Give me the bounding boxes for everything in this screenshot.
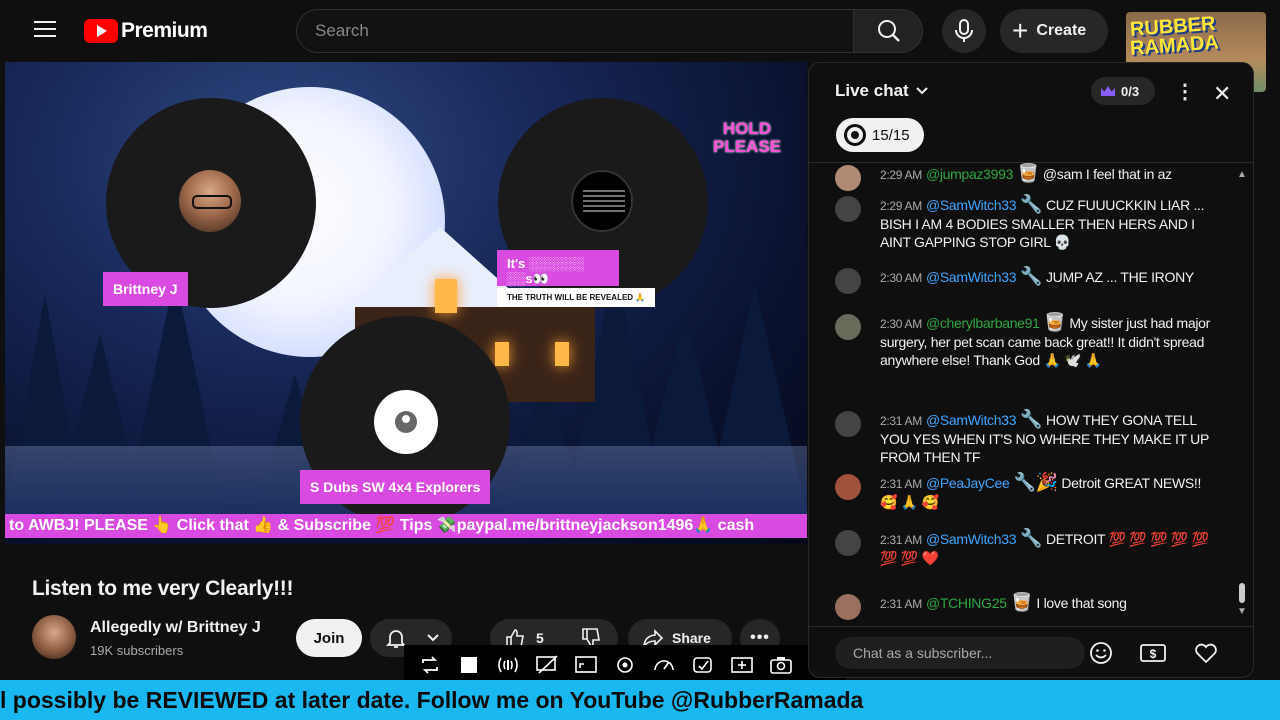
effects-icon[interactable] — [690, 652, 716, 678]
chat-avatar[interactable] — [835, 165, 861, 191]
chat-menu-icon[interactable]: ⋮ — [1175, 79, 1195, 104]
banner-text: l possibly be REVIEWED at later date. Fo… — [0, 687, 864, 713]
youtube-logo-icon — [84, 19, 118, 43]
chat-message: 2:30 AM @cherylbarbane91 🥃 My sister just … — [835, 314, 1215, 369]
chat-avatar[interactable] — [835, 314, 861, 340]
poll-count: 15/15 — [872, 126, 910, 144]
chat-avatar[interactable] — [835, 196, 861, 222]
menu-icon[interactable] — [34, 21, 56, 41]
camera-icon[interactable] — [768, 652, 794, 678]
like-count: 5 — [536, 630, 544, 646]
chat-avatar[interactable] — [835, 474, 861, 500]
poll-indicator[interactable]: 15/15 — [836, 118, 924, 152]
crown-count: 0/3 — [1121, 83, 1140, 99]
top-bar: Premium + Create RUBBER RAMADA — [0, 0, 1280, 92]
chat-avatar[interactable] — [835, 411, 861, 437]
chat-message-list[interactable]: 2:29 AM @jumpaz3993 🥃 @sam I feel that in … — [809, 163, 1229, 625]
membership-badge[interactable]: 0/3 — [1091, 77, 1155, 105]
mic-icon — [955, 19, 973, 42]
guest-caption: It's ░░░░░░ ░░s👀 — [497, 250, 619, 286]
crown-icon — [1101, 86, 1115, 96]
logo-text: Premium — [121, 19, 208, 42]
youtube-logo[interactable]: Premium — [84, 19, 208, 43]
channel-name[interactable]: Allegedly w/ Brittney J — [90, 619, 261, 637]
guest-name-tag: Brittney J — [103, 272, 188, 306]
recording-toolbar — [404, 645, 846, 685]
hold-please-text: HOLD PLEASE — [713, 119, 782, 156]
screen-region-icon[interactable] — [573, 652, 599, 678]
chat-message: 2:31 AM @SamWitch33 🔧 HOW THEY GONA TELL Y… — [835, 411, 1215, 466]
chevron-down-icon — [427, 634, 439, 642]
svg-text:$: $ — [1150, 647, 1157, 661]
chat-avatar[interactable] — [835, 594, 861, 620]
chat-input[interactable] — [835, 637, 1085, 669]
close-icon[interactable]: ✕ — [1213, 81, 1231, 107]
guest-avatar — [179, 170, 241, 232]
poll-icon — [844, 124, 866, 146]
scroll-up-arrow[interactable]: ▲ — [1237, 169, 1247, 180]
search-button[interactable] — [853, 9, 923, 53]
search-box — [296, 9, 854, 53]
search-icon — [878, 20, 900, 42]
emoji-icon[interactable] — [1085, 637, 1117, 669]
chat-message: 2:30 AM @SamWitch33 🔧 JUMP AZ ... THE IRON… — [835, 268, 1215, 294]
chat-message: 2:31 AM @TCHING25 🥃 I love that song — [835, 594, 1215, 620]
stop-icon[interactable] — [456, 652, 482, 678]
live-chat-panel: Live chat 0/3 ⋮ ✕ 15/15 2:29 AM @jumpaz39… — [808, 62, 1254, 678]
guest-subcaption: THE TRUTH WILL BE REVEALED 🙏 — [497, 288, 656, 307]
default-avatar-icon — [374, 390, 438, 454]
webcam-icon[interactable] — [612, 652, 638, 678]
voice-search-button[interactable] — [942, 9, 986, 53]
dollar-icon[interactable]: $ — [1137, 637, 1169, 669]
video-title: Listen to me very Clearly!!! — [32, 577, 294, 600]
chat-avatar[interactable] — [835, 268, 861, 294]
heart-icon[interactable] — [1190, 637, 1222, 669]
channel-avatar[interactable] — [32, 615, 76, 659]
plus-icon: + — [1012, 15, 1029, 46]
scroll-down-arrow[interactable]: ▼ — [1237, 606, 1247, 617]
guest-thumbnail — [571, 170, 633, 232]
chat-avatar[interactable] — [835, 530, 861, 556]
chat-message: 2:29 AM @jumpaz3993 🥃 @sam I feel that in … — [835, 165, 1215, 191]
create-label: Create — [1036, 22, 1087, 39]
create-button[interactable]: + Create — [1000, 9, 1108, 53]
add-overlay-icon[interactable] — [729, 652, 755, 678]
stream-ticker: to AWBJ! PLEASE 👆 Click that 👍 & Subscri… — [5, 514, 807, 538]
chat-mode-dropdown[interactable]: Live chat — [835, 81, 929, 101]
chevron-down-icon — [915, 87, 928, 95]
join-button[interactable]: Join — [296, 619, 362, 657]
speed-icon[interactable] — [651, 652, 677, 678]
chat-title: Live chat — [835, 81, 909, 100]
audio-wave-icon[interactable] — [495, 652, 521, 678]
chat-message: 2:31 AM @PeaJayCee 🔧🎉 Detroit GREAT NEWS!!… — [835, 474, 1215, 511]
subscriber-count: 19K subscribers — [90, 643, 184, 658]
chat-scrollbar[interactable] — [1239, 583, 1245, 603]
share-label: Share — [672, 630, 711, 646]
chat-message: 2:31 AM @SamWitch33 🔧 DETROIT 💯 💯 💯 💯 💯 💯 … — [835, 530, 1215, 567]
chat-header: Live chat 0/3 ⋮ ✕ 15/15 — [809, 63, 1253, 163]
chat-input-row: $ — [809, 626, 1253, 677]
search-input[interactable] — [297, 10, 853, 52]
guest-name-tag: S Dubs SW 4x4 Explorers — [300, 470, 491, 504]
hide-cursor-icon[interactable] — [534, 652, 560, 678]
promo-banner: l possibly be REVIEWED at later date. Fo… — [0, 680, 1280, 720]
loop-icon[interactable] — [417, 652, 443, 678]
video-player[interactable]: HOLD PLEASE Brittney J It's ░░░░░░ ░░s👀 … — [5, 62, 807, 544]
chat-message: 2:29 AM @SamWitch33 🔧 CUZ FUUUCKKIN LIAR .… — [835, 196, 1215, 251]
